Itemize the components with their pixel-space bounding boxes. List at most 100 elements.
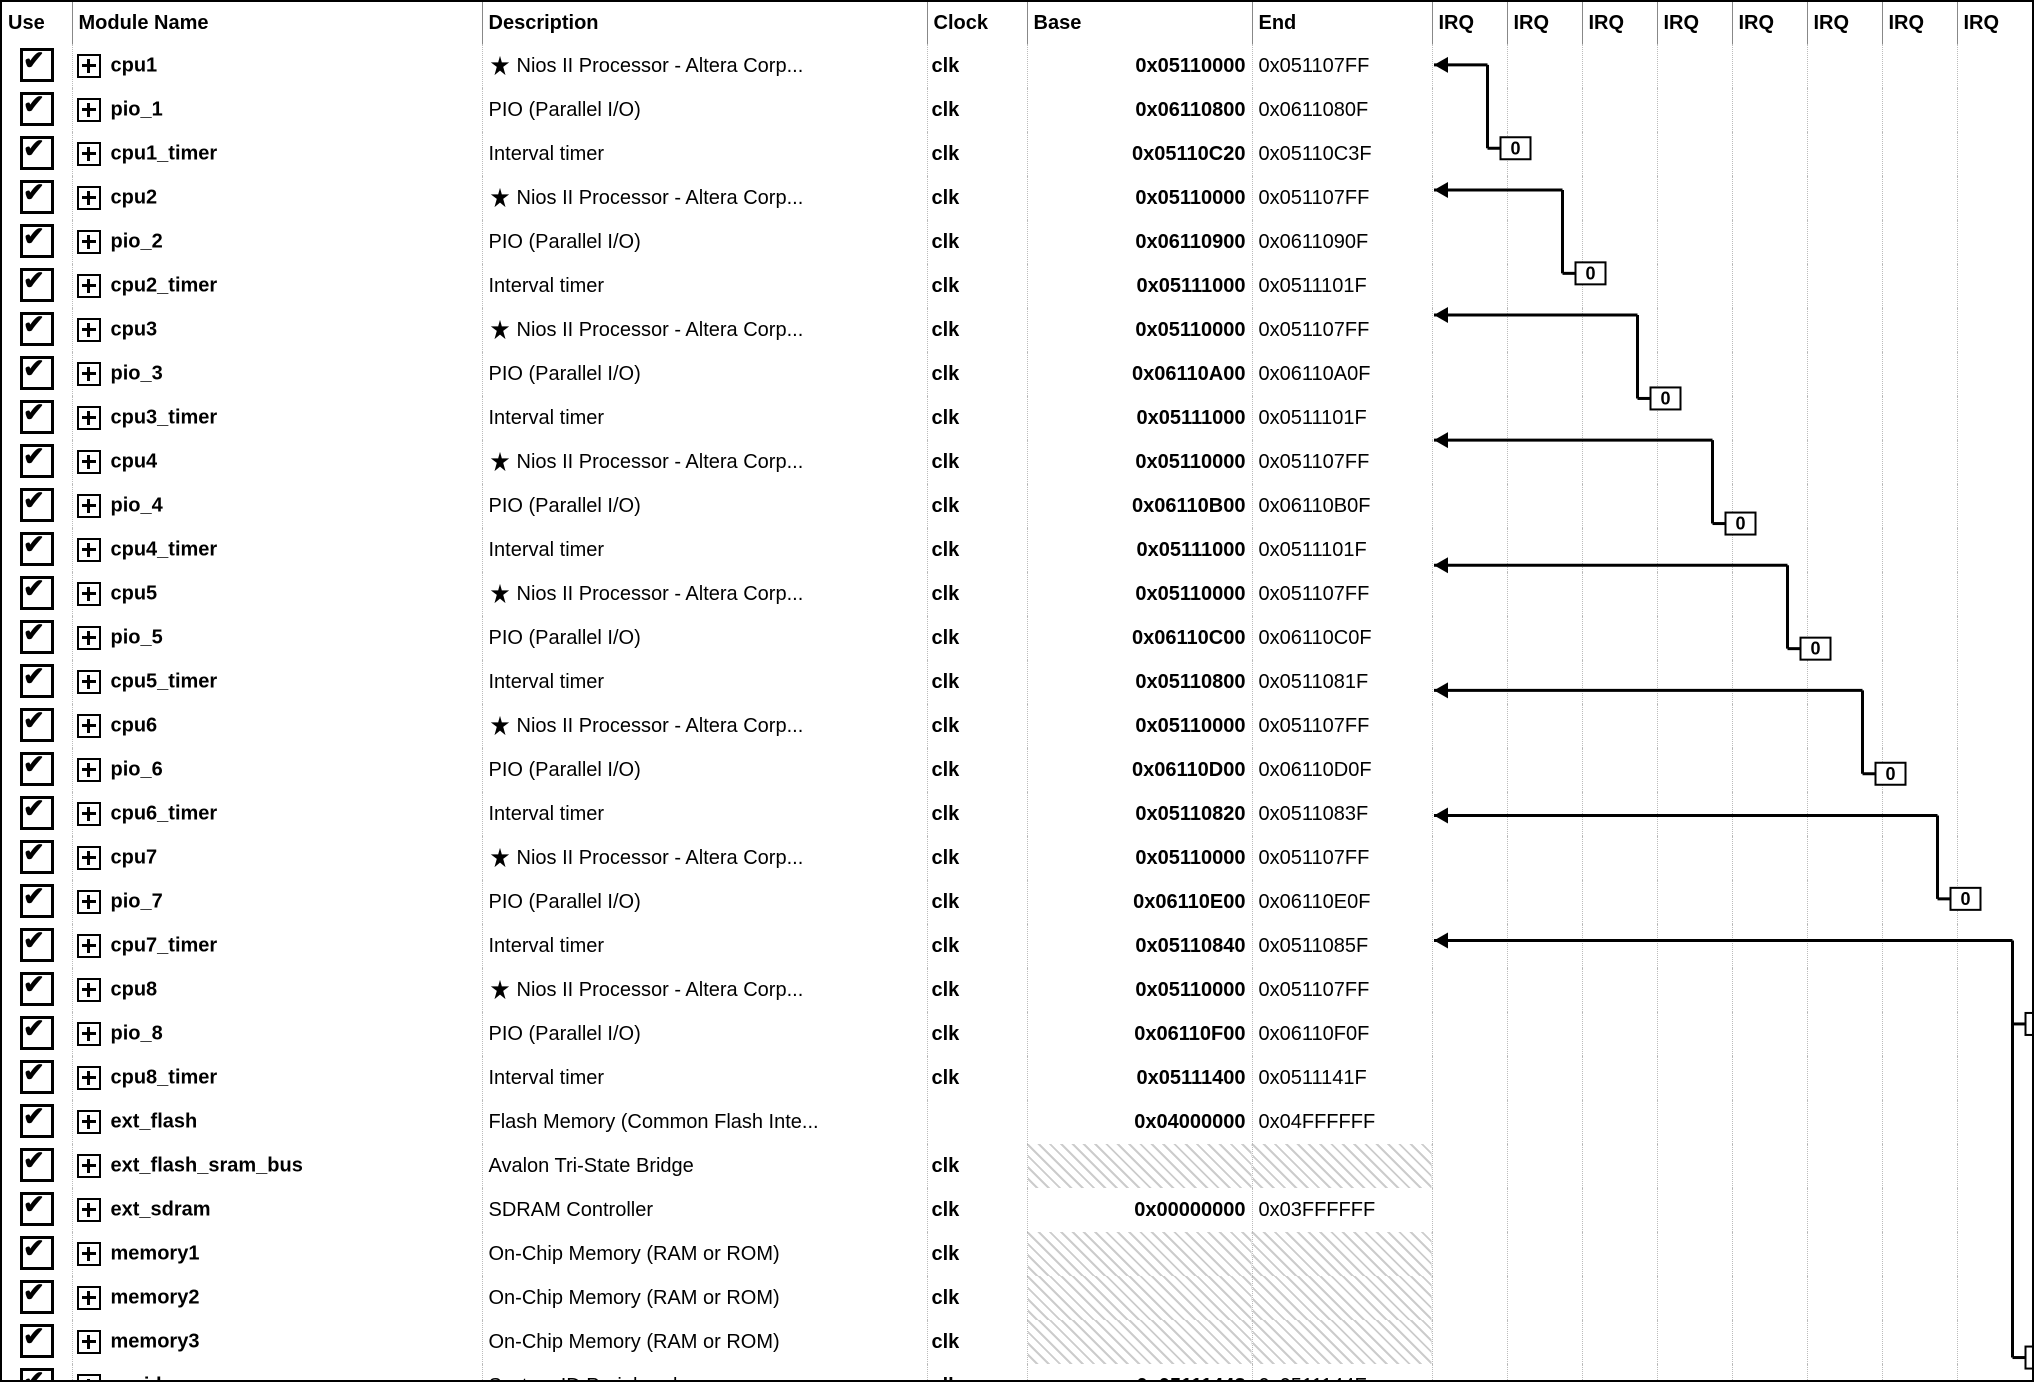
use-checkbox[interactable] <box>20 48 54 82</box>
expand-icon[interactable] <box>77 714 101 738</box>
use-checkbox[interactable] <box>20 620 54 654</box>
module-clock[interactable]: clk <box>932 539 960 561</box>
use-checkbox[interactable] <box>20 928 54 962</box>
expand-icon[interactable] <box>77 318 101 342</box>
header-irq-7[interactable]: IRQ <box>1957 2 2032 44</box>
header-irq-5[interactable]: IRQ <box>1807 2 1882 44</box>
module-base-address[interactable]: 0x05110C20 <box>1132 143 1245 165</box>
use-checkbox[interactable] <box>20 664 54 698</box>
expand-icon[interactable] <box>77 450 101 474</box>
module-clock[interactable]: clk <box>932 1375 960 1383</box>
module-clock[interactable]: clk <box>932 187 960 209</box>
use-checkbox[interactable] <box>20 532 54 566</box>
module-base-address[interactable]: 0x06110F00 <box>1134 1023 1245 1045</box>
header-base[interactable]: Base <box>1027 2 1252 44</box>
expand-icon[interactable] <box>77 978 101 1002</box>
expand-icon[interactable] <box>77 802 101 826</box>
expand-icon[interactable] <box>77 538 101 562</box>
module-clock[interactable]: clk <box>932 363 960 385</box>
module-clock[interactable]: clk <box>932 715 960 737</box>
module-base-address[interactable]: 0x05110000 <box>1135 847 1245 869</box>
expand-icon[interactable] <box>77 890 101 914</box>
module-clock[interactable]: clk <box>932 495 960 517</box>
module-clock[interactable]: clk <box>932 627 960 649</box>
header-irq-4[interactable]: IRQ <box>1732 2 1807 44</box>
use-checkbox[interactable] <box>20 708 54 742</box>
use-checkbox[interactable] <box>20 268 54 302</box>
module-clock[interactable]: clk <box>932 847 960 869</box>
use-checkbox[interactable] <box>20 488 54 522</box>
header-clock[interactable]: Clock <box>927 2 1027 44</box>
expand-icon[interactable] <box>77 934 101 958</box>
header-irq-2[interactable]: IRQ <box>1582 2 1657 44</box>
module-base-address[interactable]: 0x05110840 <box>1135 935 1245 957</box>
expand-icon[interactable] <box>77 142 101 166</box>
module-base-address[interactable]: 0x05110000 <box>1135 715 1245 737</box>
use-checkbox[interactable] <box>20 1104 54 1138</box>
expand-icon[interactable] <box>77 274 101 298</box>
module-base-address[interactable]: 0x06110E00 <box>1133 891 1245 913</box>
use-checkbox[interactable] <box>20 400 54 434</box>
module-base-address[interactable]: 0x06110B00 <box>1132 495 1245 517</box>
module-base-address[interactable]: 0x05110000 <box>1135 451 1245 473</box>
expand-icon[interactable] <box>77 1198 101 1222</box>
header-irq-6[interactable]: IRQ <box>1882 2 1957 44</box>
expand-icon[interactable] <box>77 582 101 606</box>
header-irq-1[interactable]: IRQ <box>1507 2 1582 44</box>
use-checkbox[interactable] <box>20 796 54 830</box>
use-checkbox[interactable] <box>20 840 54 874</box>
use-checkbox[interactable] <box>20 1324 54 1358</box>
module-base-address[interactable]: 0x05111448 <box>1136 1375 1245 1383</box>
use-checkbox[interactable] <box>20 1148 54 1182</box>
use-checkbox[interactable] <box>20 180 54 214</box>
use-checkbox[interactable] <box>20 136 54 170</box>
module-clock[interactable]: clk <box>932 319 960 341</box>
use-checkbox[interactable] <box>20 576 54 610</box>
expand-icon[interactable] <box>77 670 101 694</box>
module-clock[interactable]: clk <box>932 1287 960 1309</box>
module-base-address[interactable]: 0x00000000 <box>1134 1199 1245 1221</box>
use-checkbox[interactable] <box>20 312 54 346</box>
expand-icon[interactable] <box>77 54 101 78</box>
module-base-address[interactable]: 0x05111000 <box>1136 275 1245 297</box>
expand-icon[interactable] <box>77 98 101 122</box>
expand-icon[interactable] <box>77 1022 101 1046</box>
module-base-address[interactable]: 0x05111000 <box>1136 539 1245 561</box>
use-checkbox[interactable] <box>20 356 54 390</box>
expand-icon[interactable] <box>77 362 101 386</box>
expand-icon[interactable] <box>77 1242 101 1266</box>
module-base-address[interactable]: 0x06110900 <box>1135 231 1245 253</box>
module-clock[interactable]: clk <box>932 1331 960 1353</box>
module-clock[interactable]: clk <box>932 231 960 253</box>
expand-icon[interactable] <box>77 1066 101 1090</box>
header-description[interactable]: Description <box>482 2 927 44</box>
module-clock[interactable]: clk <box>932 407 960 429</box>
module-base-address[interactable]: 0x05110000 <box>1135 583 1245 605</box>
use-checkbox[interactable] <box>20 884 54 918</box>
expand-icon[interactable] <box>77 406 101 430</box>
expand-icon[interactable] <box>77 1110 101 1134</box>
expand-icon[interactable] <box>77 1154 101 1178</box>
module-clock[interactable]: clk <box>932 671 960 693</box>
module-base-address[interactable]: 0x05111000 <box>1136 407 1245 429</box>
use-checkbox[interactable] <box>20 444 54 478</box>
module-base-address[interactable]: 0x05110000 <box>1135 187 1245 209</box>
use-checkbox[interactable] <box>20 1280 54 1314</box>
use-checkbox[interactable] <box>20 92 54 126</box>
module-clock[interactable]: clk <box>932 583 960 605</box>
use-checkbox[interactable] <box>20 972 54 1006</box>
use-checkbox[interactable] <box>20 1192 54 1226</box>
module-clock[interactable]: clk <box>932 1023 960 1045</box>
module-clock[interactable]: clk <box>932 759 960 781</box>
expand-icon[interactable] <box>77 186 101 210</box>
module-base-address[interactable]: 0x05110820 <box>1135 803 1245 825</box>
module-base-address[interactable]: 0x05110000 <box>1135 979 1245 1001</box>
module-base-address[interactable]: 0x05110000 <box>1135 55 1245 77</box>
expand-icon[interactable] <box>77 494 101 518</box>
use-checkbox[interactable] <box>20 1236 54 1270</box>
module-base-address[interactable]: 0x06110D00 <box>1132 759 1245 781</box>
module-base-address[interactable]: 0x05111400 <box>1136 1067 1245 1089</box>
use-checkbox[interactable] <box>20 1368 54 1382</box>
module-clock[interactable]: clk <box>932 979 960 1001</box>
module-clock[interactable]: clk <box>932 1067 960 1089</box>
